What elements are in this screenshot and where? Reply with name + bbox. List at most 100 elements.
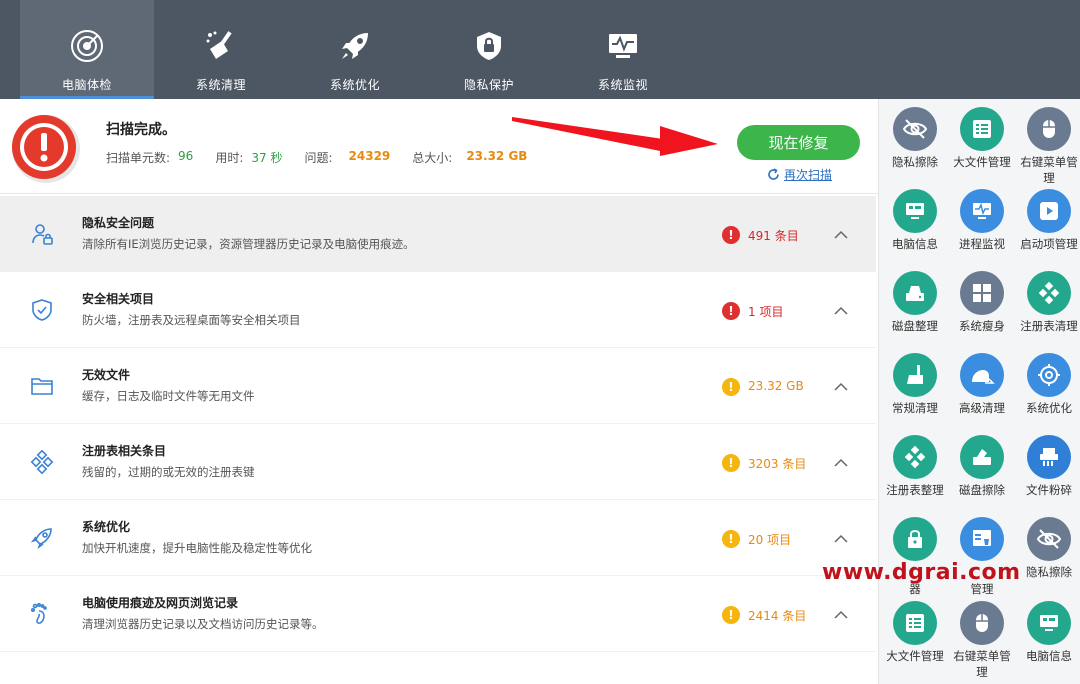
tool-large-file-2[interactable]: 大文件管理	[881, 601, 949, 664]
tool-system-optimize[interactable]: 系统优化	[1015, 353, 1080, 416]
tool-label: 右键菜单管理	[1020, 155, 1078, 185]
tab-pc-checkup[interactable]: 电脑体检	[20, 0, 154, 99]
windows-icon	[960, 271, 1004, 315]
shredder-icon	[1027, 435, 1071, 479]
chevron-up-icon[interactable]	[832, 302, 850, 320]
tool-context-menu[interactable]: 右键菜单管理	[1015, 107, 1080, 186]
tool-large-file[interactable]: 大文件管理	[948, 107, 1016, 170]
tool-label: 系统优化	[1026, 401, 1072, 415]
warning-icon: !	[722, 530, 740, 548]
computer-icon	[1027, 601, 1071, 645]
tool-registry-clean[interactable]: 注册表清理	[1015, 271, 1080, 334]
tool-context-menu-2[interactable]: 右键菜单管理	[948, 601, 1016, 680]
issue-row-privacy[interactable]: 隐私安全问题 清除所有IE浏览历史记录，资源管理器历史记录及电脑使用痕迹。 ! …	[0, 196, 876, 272]
tool-advanced-clean[interactable]: 高级清理	[948, 353, 1016, 416]
tool-regular-clean[interactable]: 常规清理	[881, 353, 949, 416]
tool-label: 磁盘整理	[892, 319, 938, 333]
chevron-up-icon[interactable]	[832, 454, 850, 472]
issue-title: 注册表相关条目	[82, 444, 167, 458]
tool-window-manager[interactable]: 管理	[948, 517, 1016, 597]
alert-icon: !	[722, 302, 740, 320]
issue-count: 491 条目	[748, 229, 799, 243]
chevron-up-icon[interactable]	[832, 530, 850, 548]
fix-now-button[interactable]: 现在修复	[737, 125, 860, 160]
computer-icon	[893, 189, 937, 233]
tab-label: 系统清理	[195, 78, 246, 92]
warning-icon: !	[722, 606, 740, 624]
issue-row-traces[interactable]: 电脑使用痕迹及网页浏览记录 清理浏览器历史记录以及文档访问历史记录等。 ! 24…	[0, 576, 876, 652]
issue-row-optimize[interactable]: 系统优化 加快开机速度，提升电脑性能及稳定性等优化 ! 20 项目	[0, 500, 876, 576]
issue-row-registry[interactable]: 注册表相关条目 残留的，过期的或无效的注册表键 ! 3203 条目	[0, 424, 876, 500]
tool-label: 右键菜单管理	[953, 649, 1011, 679]
tool-label: 电脑信息	[892, 237, 938, 251]
issue-count: 20 项目	[748, 533, 792, 547]
vacuum-icon	[960, 353, 1004, 397]
tool-process-monitor[interactable]: 进程监视	[948, 189, 1016, 252]
lock-shield-icon	[471, 28, 507, 64]
rescan-link[interactable]: 再次扫描	[767, 166, 832, 183]
scan-complete-title: 扫描完成。	[106, 122, 176, 138]
tool-label: 隐私擦除	[1026, 565, 1072, 579]
issues-label: 问题:	[304, 151, 333, 165]
tool-startup-manager[interactable]: 启动项管理	[1015, 189, 1080, 252]
tab-label: 电脑体检	[61, 78, 112, 92]
tab-privacy-protect[interactable]: 隐私保护	[422, 0, 556, 99]
tool-privacy-erase[interactable]: 隐私擦除	[881, 107, 949, 170]
eye-off-icon	[1027, 517, 1071, 561]
tool-label: 进程监视	[959, 237, 1005, 251]
lock-icon	[893, 517, 937, 561]
issue-desc: 防火墙，注册表及远程桌面等安全相关项目	[82, 313, 301, 327]
alert-icon: !	[722, 226, 740, 244]
footprint-icon	[28, 600, 56, 628]
monitor-pulse-icon	[960, 189, 1004, 233]
tool-label: 系统瘦身	[959, 319, 1005, 333]
issue-list: 隐私安全问题 清除所有IE浏览历史记录，资源管理器历史记录及电脑使用痕迹。 ! …	[0, 196, 876, 652]
tool-pc-info[interactable]: 电脑信息	[881, 189, 949, 252]
mouse-icon	[1027, 107, 1071, 151]
tool-lock[interactable]: 器	[881, 517, 949, 597]
tab-system-optimize[interactable]: 系统优化	[288, 0, 422, 99]
broom-icon	[203, 28, 239, 64]
tool-label: 高级清理	[959, 401, 1005, 415]
issue-desc: 清除所有IE浏览历史记录，资源管理器历史记录及电脑使用痕迹。	[82, 237, 415, 251]
monitor-icon	[605, 28, 641, 64]
issue-title: 隐私安全问题	[82, 216, 155, 230]
tool-pc-info-2[interactable]: 电脑信息	[1015, 601, 1080, 664]
tool-privacy-erase-2[interactable]: 隐私擦除	[1015, 517, 1080, 580]
red-arrow-annotation	[512, 117, 718, 156]
issue-title: 无效文件	[82, 368, 131, 382]
tab-system-monitor[interactable]: 系统监视	[556, 0, 690, 99]
issue-row-junk-files[interactable]: 无效文件 缓存，日志及临时文件等无用文件 ! 23.32 GB	[0, 348, 876, 424]
tab-system-clean[interactable]: 系统清理	[154, 0, 288, 99]
issues-value: 24329	[348, 149, 391, 163]
file-list-icon	[893, 601, 937, 645]
issue-desc: 残留的，过期的或无效的注册表键	[82, 465, 255, 479]
refresh-icon	[768, 168, 779, 180]
watermark: www.dgrai.com	[822, 560, 1021, 585]
disk-icon	[893, 271, 937, 315]
chevron-up-icon[interactable]	[832, 226, 850, 244]
units-label: 扫描单元数:	[106, 151, 171, 165]
chevron-up-icon[interactable]	[832, 606, 850, 624]
tool-label: 电脑信息	[1026, 649, 1072, 663]
shield-check-icon	[28, 296, 56, 324]
tool-registry-defrag[interactable]: 注册表整理	[881, 435, 949, 498]
issue-title: 系统优化	[82, 520, 131, 534]
tool-label: 大文件管理	[953, 155, 1011, 169]
folder-icon	[28, 372, 56, 400]
chevron-up-icon[interactable]	[832, 378, 850, 396]
rocket-icon	[337, 28, 373, 64]
tool-system-slim[interactable]: 系统瘦身	[948, 271, 1016, 334]
issue-desc: 缓存，日志及临时文件等无用文件	[82, 389, 255, 403]
tool-disk-erase[interactable]: 磁盘擦除	[948, 435, 1016, 498]
big-alert-icon	[6, 109, 82, 185]
time-label: 用时:	[215, 151, 244, 165]
tool-label: 常规清理	[892, 401, 938, 415]
gear-icon	[1027, 353, 1071, 397]
issue-row-security[interactable]: 安全相关项目 防火墙，注册表及远程桌面等安全相关项目 ! 1 项目	[0, 272, 876, 348]
tool-disk-defrag[interactable]: 磁盘整理	[881, 271, 949, 334]
issue-count: 3203 条目	[748, 457, 807, 471]
tool-file-shredder[interactable]: 文件粉碎	[1015, 435, 1080, 498]
time-value: 37 秒	[251, 151, 283, 165]
eye-off-icon	[893, 107, 937, 151]
